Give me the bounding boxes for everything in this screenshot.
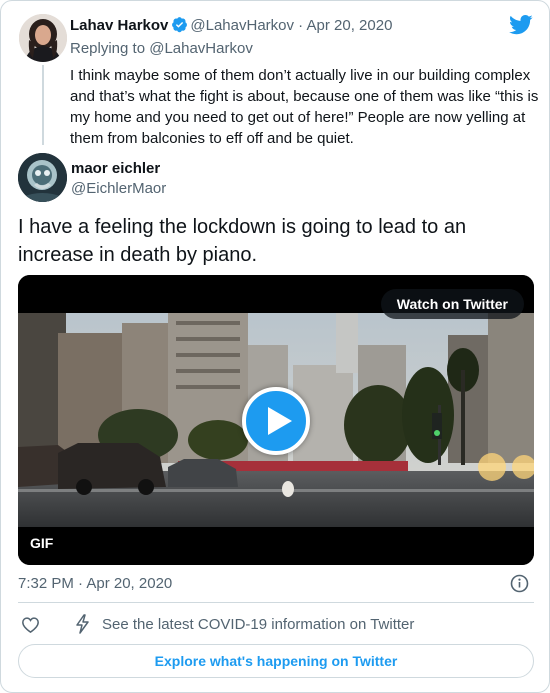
heart-icon[interactable] bbox=[21, 615, 40, 634]
parent-tweet-text: I think maybe some of them don’t actuall… bbox=[70, 67, 539, 147]
parent-author-name[interactable]: Lahav Harkov bbox=[70, 17, 168, 34]
play-icon bbox=[268, 407, 292, 435]
watch-on-twitter-button[interactable]: Watch on Twitter bbox=[380, 289, 524, 319]
play-button[interactable] bbox=[242, 387, 310, 455]
embedded-tweet-card: Lahav Harkov @LahavHarkov · Apr 20, 2020 … bbox=[0, 0, 550, 693]
main-tweet-text: I have a feeling the lockdown is going t… bbox=[18, 216, 467, 266]
main-author-avatar[interactable] bbox=[18, 153, 67, 202]
replying-to-label[interactable]: Replying to @LahavHarkov bbox=[70, 39, 253, 59]
main-author-handle[interactable]: @EichlerMaor bbox=[71, 179, 166, 199]
explore-twitter-button[interactable]: Explore what's happening on Twitter bbox=[18, 644, 534, 678]
thread-connector-line bbox=[42, 65, 44, 145]
parent-author-handle[interactable]: @LahavHarkov bbox=[190, 17, 294, 34]
main-author-name[interactable]: maor eichler bbox=[71, 159, 160, 179]
parent-author-avatar[interactable] bbox=[19, 14, 67, 62]
gif-badge: GIF bbox=[30, 535, 54, 551]
verified-badge-icon bbox=[172, 17, 188, 33]
lightning-bolt-icon bbox=[76, 614, 89, 634]
footer-divider bbox=[18, 602, 534, 603]
meta-separator: · bbox=[294, 17, 307, 34]
twitter-logo-icon[interactable] bbox=[509, 15, 533, 35]
covid-info-link[interactable]: See the latest COVID-19 information on T… bbox=[102, 615, 414, 635]
gif-media[interactable]: Watch on Twitter GIF bbox=[18, 275, 534, 565]
parent-tweet-date[interactable]: Apr 20, 2020 bbox=[307, 17, 393, 34]
parent-tweet-header: Lahav Harkov @LahavHarkov · Apr 20, 2020 bbox=[70, 16, 392, 36]
info-icon[interactable] bbox=[510, 574, 529, 593]
tweet-timestamp[interactable]: 7:32 PM · Apr 20, 2020 bbox=[18, 574, 172, 594]
